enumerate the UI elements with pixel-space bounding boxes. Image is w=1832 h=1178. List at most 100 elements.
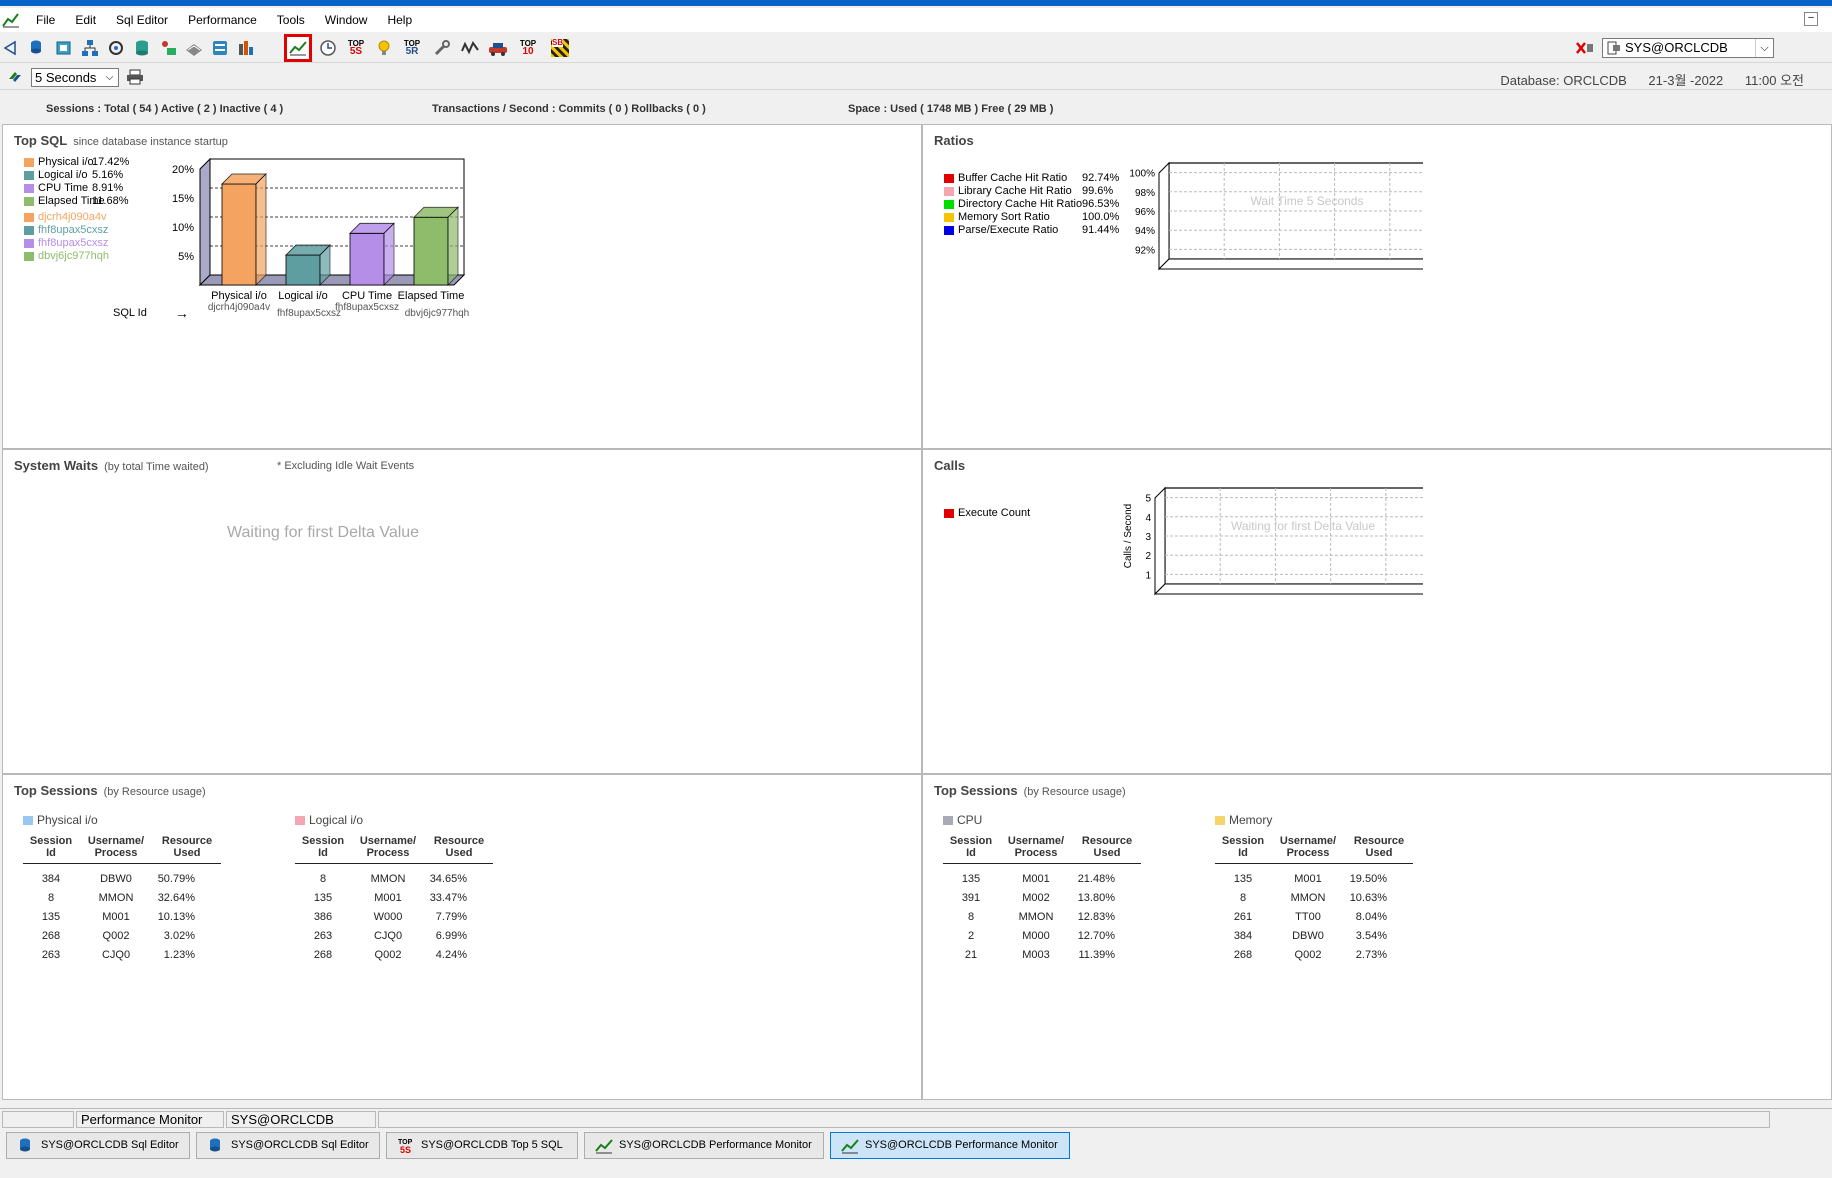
connection-select[interactable]: SYS@ORCLCDB ⌵ bbox=[1602, 38, 1774, 58]
session-table: Session Id Username/Process Resource Used 135… bbox=[1215, 833, 1413, 965]
legend-label: Directory Cache Hit Ratio bbox=[958, 198, 1083, 210]
session-button[interactable] bbox=[486, 36, 510, 60]
top-sql-panel: Top SQL since database instance startup P… bbox=[2, 124, 922, 449]
waveform-button[interactable] bbox=[458, 36, 482, 60]
network-button[interactable] bbox=[104, 36, 128, 60]
chart-bar bbox=[349, 232, 385, 286]
ratios-legend-row: Directory Cache Hit Ratio 96.53% bbox=[944, 198, 1119, 210]
table-row[interactable]: 263 CJQ0 1.23% bbox=[23, 946, 221, 965]
taskbar-window-label: SYS@ORCLCDB Performance Monitor bbox=[619, 1139, 812, 1151]
disconnect-button[interactable] bbox=[1574, 38, 1596, 58]
chevron-down-icon[interactable]: ⌵ bbox=[1755, 39, 1773, 57]
connection-icon bbox=[1607, 41, 1620, 55]
top5-sql-icon: TOP 5S bbox=[347, 39, 365, 57]
session-table-header: Username/Process bbox=[999, 833, 1073, 864]
table-row[interactable]: 384 DBW0 50.79% bbox=[23, 870, 221, 889]
chevron-down-icon[interactable]: ⌵ bbox=[101, 69, 118, 86]
menu-sql-editor[interactable]: Sql Editor bbox=[106, 8, 178, 32]
taskbar-window-button[interactable]: SYS@ORCLCDB Sql Editor bbox=[196, 1132, 380, 1159]
table-row[interactable]: 21 M003 11.39% bbox=[943, 946, 1141, 965]
er-diagram-button[interactable] bbox=[78, 36, 102, 60]
performance-icon bbox=[841, 1139, 859, 1154]
taskbar-window-button[interactable]: TOP 5S SYS@ORCLCDB Top 5 SQL bbox=[386, 1132, 578, 1159]
top-sql-legend-row: Physical i/o 17.42% bbox=[24, 156, 129, 168]
table-row[interactable]: 2 M000 12.70% bbox=[943, 927, 1141, 946]
taskbar-window-button[interactable]: SYS@ORCLCDB Sql Editor bbox=[6, 1132, 190, 1159]
status-cell-empty bbox=[2, 1111, 74, 1128]
database-button[interactable] bbox=[130, 36, 154, 60]
taskbar-window-button[interactable]: SYS@ORCLCDB Performance Monitor bbox=[584, 1132, 824, 1159]
menu-edit[interactable]: Edit bbox=[65, 8, 106, 32]
table-row[interactable]: 8 MMON 34.65% bbox=[295, 870, 493, 889]
app-logo-icon bbox=[2, 13, 19, 28]
ratios-chart-y-tick-label: 100% bbox=[1129, 169, 1155, 180]
menu-tools[interactable]: Tools bbox=[267, 8, 315, 32]
top-5-resource-button[interactable]: TOP 5R bbox=[400, 36, 424, 60]
current-time: 11:00 오전 bbox=[1744, 73, 1804, 88]
menu-window[interactable]: Window bbox=[315, 8, 378, 32]
window-minimize-button[interactable]: – bbox=[1804, 12, 1818, 26]
table-row[interactable]: 384 DBW0 3.54% bbox=[1215, 927, 1413, 946]
table-row[interactable]: 386 W000 7.79% bbox=[295, 908, 493, 927]
top-5-sql-button[interactable]: TOP 5S bbox=[344, 36, 368, 60]
clock-icon bbox=[320, 40, 336, 56]
status-message bbox=[378, 1111, 1770, 1128]
performance-monitor-button[interactable] bbox=[284, 34, 312, 62]
sb-button[interactable]: SB bbox=[548, 36, 572, 60]
table-row[interactable]: 261 TT00 8.04% bbox=[1215, 908, 1413, 927]
taskbar-window-button[interactable]: SYS@ORCLCDB Performance Monitor bbox=[830, 1132, 1070, 1159]
system-waits-subtitle: (by total Time waited) bbox=[104, 461, 209, 473]
chart-x-category-label: Elapsed Time bbox=[398, 290, 465, 302]
history-button[interactable] bbox=[316, 36, 340, 60]
table-row[interactable]: 268 Q002 4.24% bbox=[295, 946, 493, 965]
tools-button[interactable] bbox=[430, 36, 454, 60]
table-row[interactable]: 8 MMON 12.83% bbox=[943, 908, 1141, 927]
username-cell: TT00 bbox=[1295, 910, 1321, 923]
session-block: Memory Session Id Username/Process Resource U… bbox=[1215, 813, 1413, 965]
storage-button[interactable] bbox=[208, 36, 232, 60]
toolbar: TOP 5S TOP 5R TOP 10 SB bbox=[0, 33, 1832, 63]
sql-editor-button[interactable] bbox=[26, 36, 50, 60]
legend-swatch bbox=[944, 186, 954, 196]
session-block-name: Memory bbox=[1229, 813, 1273, 827]
legend-swatch bbox=[24, 238, 34, 248]
top-10-button[interactable]: TOP 10 bbox=[516, 36, 540, 60]
table-row[interactable]: 8 MMON 32.64% bbox=[23, 889, 221, 908]
session-block: CPU Session Id Username/Process Resource Used… bbox=[943, 813, 1141, 965]
menu-performance[interactable]: Performance bbox=[178, 8, 267, 32]
ratios-legend-row: Buffer Cache Hit Ratio 92.74% bbox=[944, 172, 1119, 184]
report-button[interactable] bbox=[234, 36, 258, 60]
refresh-icon[interactable] bbox=[6, 69, 24, 85]
refresh-interval-select[interactable]: 5 Seconds ⌵ bbox=[31, 68, 119, 87]
session-table-header: Resource Used bbox=[1345, 833, 1413, 864]
wrench-icon bbox=[434, 40, 450, 56]
table-row[interactable]: 268 Q002 3.02% bbox=[23, 927, 221, 946]
menu-file[interactable]: File bbox=[26, 8, 65, 32]
session-table-header: Username/Process bbox=[79, 833, 153, 864]
table-row[interactable]: 268 Q002 2.73% bbox=[1215, 946, 1413, 965]
schema-browser-button[interactable] bbox=[52, 36, 76, 60]
username-cell: Q002 bbox=[1294, 948, 1322, 961]
table-row[interactable]: 391 M002 13.80% bbox=[943, 889, 1141, 908]
table-row[interactable]: 135 M001 33.47% bbox=[295, 889, 493, 908]
tip-button[interactable] bbox=[372, 36, 396, 60]
session-block-name: Logical i/o bbox=[309, 813, 364, 827]
system-waits-panel: System Waits (by total Time waited) * Exc… bbox=[2, 449, 922, 774]
back-button[interactable] bbox=[0, 36, 24, 60]
table-row[interactable]: 135 M001 19.50% bbox=[1215, 870, 1413, 889]
username-cell: CJQ0 bbox=[373, 929, 403, 942]
calls-chart-y-tick-label: 1 bbox=[1145, 570, 1151, 581]
print-icon[interactable] bbox=[126, 69, 144, 85]
table-row[interactable]: 135 M001 21.48% bbox=[943, 870, 1141, 889]
table-row[interactable]: 135 M001 10.13% bbox=[23, 908, 221, 927]
legend-label: Buffer Cache Hit Ratio bbox=[958, 172, 1068, 184]
table-row[interactable]: 263 CJQ0 6.99% bbox=[295, 927, 493, 946]
menu-help[interactable]: Help bbox=[377, 8, 422, 32]
compare-button[interactable] bbox=[182, 36, 206, 60]
chart-bar-side bbox=[447, 206, 459, 286]
user-manager-button[interactable] bbox=[156, 36, 180, 60]
username-cell: M001 bbox=[374, 891, 402, 904]
calls-title: Calls bbox=[934, 458, 966, 473]
table-row[interactable]: 8 MMON 10.63% bbox=[1215, 889, 1413, 908]
database-icon bbox=[136, 40, 148, 56]
